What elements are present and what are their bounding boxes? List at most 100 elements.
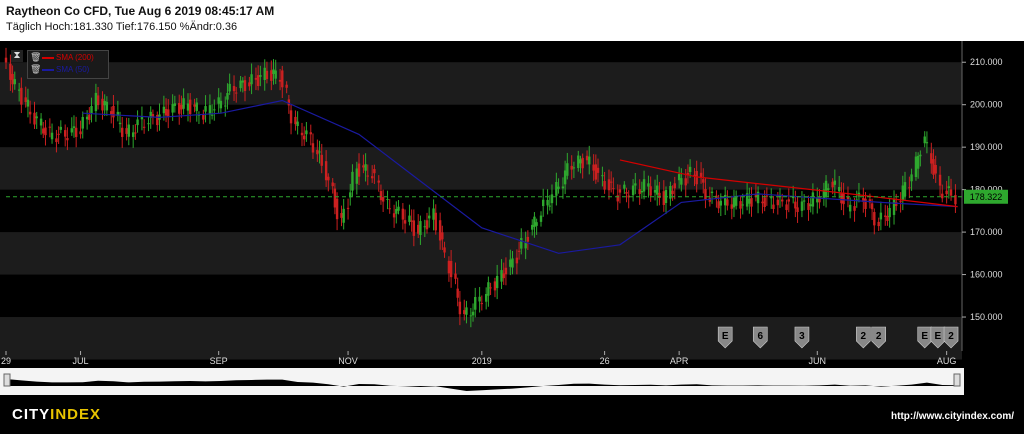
candle-body — [96, 95, 100, 106]
candle-body — [392, 213, 396, 218]
candle-body — [366, 175, 369, 177]
candle-body — [478, 296, 481, 302]
candle-body — [59, 126, 63, 130]
candle-body — [412, 220, 416, 236]
candle-body — [542, 199, 545, 207]
x-tick-label: APR — [670, 356, 689, 366]
candle-body — [331, 182, 334, 187]
candle-body — [748, 198, 751, 204]
candle-body — [370, 176, 374, 179]
candle-body — [101, 98, 104, 111]
candle-body — [831, 181, 834, 188]
candle-body — [351, 171, 354, 191]
price-tag-label: 178.322 — [970, 192, 1003, 202]
hourglass-icon[interactable]: ⧗ — [11, 50, 23, 62]
candle-body — [873, 212, 876, 226]
candle-body — [121, 127, 124, 137]
candle-body — [741, 204, 744, 206]
candle-body — [178, 103, 181, 114]
candle-body — [50, 132, 54, 140]
navigator-handle-right[interactable] — [953, 373, 961, 387]
candle-body — [324, 161, 328, 181]
candle-body — [248, 82, 251, 87]
candle-body — [386, 199, 389, 201]
candle-body — [235, 92, 238, 94]
candle-body — [947, 186, 951, 188]
candle-body — [704, 188, 707, 200]
candle-body — [539, 215, 543, 222]
candle-body — [171, 104, 174, 113]
candle-body — [949, 189, 953, 196]
candle-body — [546, 199, 549, 206]
candle-body — [702, 179, 705, 183]
candle-body — [480, 303, 484, 305]
candle-body — [761, 201, 764, 204]
candle-body — [884, 215, 887, 217]
candle-body — [164, 108, 168, 116]
candle-body — [631, 185, 635, 196]
candle-body — [509, 259, 512, 267]
candle-body — [642, 179, 646, 192]
candle-body — [923, 136, 926, 144]
candle-body — [381, 197, 385, 202]
candle-body — [456, 288, 459, 298]
candle-body — [241, 80, 245, 83]
candle-body — [794, 201, 797, 209]
navigator-track — [0, 368, 964, 395]
candle-body — [224, 105, 227, 107]
candle-body — [182, 98, 185, 109]
candle-body — [118, 122, 122, 125]
candle-body — [13, 79, 16, 85]
candle-body — [616, 195, 619, 202]
marker-label: E — [722, 331, 729, 342]
candle-body — [938, 174, 942, 186]
candle-body — [680, 178, 683, 185]
x-tick-label: JUN — [809, 356, 827, 366]
site-link[interactable]: http://www.cityindex.com/ — [891, 411, 1014, 422]
y-tick-label: 210.000 — [970, 57, 1003, 67]
candle-body — [342, 208, 345, 223]
legend-item-sma50[interactable]: 🗑 SMA (50) — [30, 65, 89, 77]
candle-body — [807, 202, 810, 210]
candle-body — [335, 198, 339, 220]
chart-title: Raytheon Co CFD, Tue Aug 6 2019 08:45:17… — [6, 4, 275, 18]
candle-body — [403, 220, 407, 224]
candle-body — [9, 63, 12, 80]
x-tick-label: JUL — [73, 356, 89, 366]
candle-body — [557, 186, 560, 189]
candle-body — [432, 208, 435, 220]
candle-body — [425, 220, 429, 230]
x-tick-label: 29 — [1, 356, 11, 366]
candle-body — [842, 193, 845, 205]
navigator-handle-left[interactable] — [3, 373, 11, 387]
candle-body — [340, 213, 343, 218]
candle-body — [88, 114, 91, 120]
candle-body — [892, 199, 896, 215]
trash-icon[interactable]: 🗑 — [30, 65, 41, 74]
candle-body — [81, 117, 84, 129]
y-tick-label: 200.000 — [970, 100, 1003, 110]
candle-body — [596, 167, 600, 173]
trash-icon[interactable]: 🗑 — [30, 53, 41, 62]
candle-body — [809, 204, 812, 207]
candle-body — [193, 104, 196, 107]
candle-body — [134, 132, 137, 134]
candle-body — [316, 149, 319, 155]
candle-body — [739, 201, 742, 209]
marker-label: 3 — [799, 331, 805, 342]
candle-body — [603, 181, 606, 190]
candle-body — [555, 182, 558, 196]
candle-body — [79, 131, 82, 135]
candle-body — [719, 200, 723, 206]
candle-body — [125, 128, 128, 134]
candle-body — [533, 216, 536, 227]
chart-header: Raytheon Co CFD, Tue Aug 6 2019 08:45:17… — [0, 0, 1024, 41]
candle-body — [243, 80, 247, 91]
candle-body — [609, 181, 613, 183]
candle-body — [625, 192, 628, 194]
candle-body — [618, 189, 622, 193]
brand-logo[interactable]: CITYINDEX — [12, 406, 101, 423]
price-chart[interactable]: 150.000160.000170.000180.000190.000200.0… — [0, 41, 1024, 396]
candle-body — [579, 159, 582, 164]
candle-body — [397, 206, 400, 211]
